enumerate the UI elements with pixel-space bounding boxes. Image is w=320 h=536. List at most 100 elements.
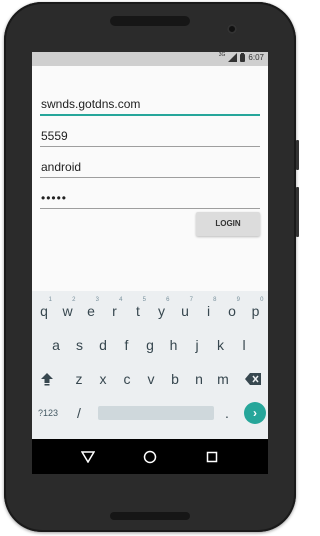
key-g[interactable]: g (139, 329, 161, 359)
username-field-container (40, 147, 260, 178)
key-hint: 8 (213, 297, 217, 303)
host-field[interactable] (41, 97, 251, 111)
password-field-container (40, 178, 260, 209)
home-circle-icon (143, 450, 157, 463)
key-label: t (136, 303, 140, 319)
volume-button (296, 187, 299, 237)
network-type-label: 3G (218, 52, 226, 58)
key-label: i (206, 303, 211, 319)
key-label: o (228, 303, 236, 319)
key-hint: 3 (95, 297, 99, 303)
login-form (32, 66, 268, 209)
signal-icon (228, 53, 238, 62)
key-hint: 1 (48, 297, 52, 303)
home-button[interactable] (130, 439, 170, 474)
host-field-container (40, 84, 260, 116)
key-label: m (217, 371, 229, 387)
key-k[interactable]: k (210, 329, 232, 359)
key-x[interactable]: x (92, 363, 114, 393)
key-label: h (169, 337, 178, 353)
key-i[interactable]: i8 (198, 295, 220, 325)
key-label: p (251, 303, 260, 319)
key-b[interactable]: b (164, 363, 186, 393)
battery-icon (240, 52, 246, 62)
key-label: s (76, 337, 83, 353)
key-q[interactable]: q1 (33, 295, 55, 325)
key-label: y (158, 303, 165, 319)
key-label: b (171, 371, 179, 387)
soft-keyboard: q1w2e3r4t5y6u7i8o9p0 asdfghjkl zxcvbnm ?… (32, 291, 268, 439)
earpiece-speaker (110, 16, 190, 26)
space-bar[interactable] (98, 406, 214, 420)
key-label: k (217, 337, 224, 353)
key-label: v (147, 371, 155, 387)
key-r[interactable]: r4 (104, 295, 126, 325)
key-s[interactable]: s (69, 329, 91, 359)
key-o[interactable]: o9 (221, 295, 243, 325)
symbols-key[interactable]: ?123 (34, 397, 62, 427)
key-label: e (87, 303, 95, 319)
shift-key[interactable] (36, 363, 58, 393)
back-triangle-icon (81, 450, 95, 463)
key-label: q (40, 303, 48, 319)
key-n[interactable]: n (188, 363, 210, 393)
username-field[interactable] (41, 160, 251, 174)
status-icons: 3G 6:07 (218, 52, 264, 62)
key-label: n (195, 371, 203, 387)
go-key[interactable]: › (244, 402, 266, 424)
power-button (296, 140, 299, 170)
login-button[interactable]: LOGIN (196, 212, 260, 236)
key-label: x (99, 371, 107, 387)
back-button[interactable] (68, 439, 108, 474)
key-v[interactable]: v (140, 363, 162, 393)
phone-frame: 3G 6:07 LOGIN q1w2e3r4t5y6u7i8o9p0 a (4, 2, 299, 532)
key-u[interactable]: u7 (174, 295, 196, 325)
key-label: c (123, 371, 131, 387)
key-hint: 5 (142, 297, 146, 303)
key-label: a (52, 337, 60, 353)
key-a[interactable]: a (45, 329, 67, 359)
key-label: u (181, 303, 189, 319)
keyboard-row-3: zxcvbnm (32, 363, 268, 393)
screen: 3G 6:07 LOGIN q1w2e3r4t5y6u7i8o9p0 a (32, 52, 268, 474)
key-f[interactable]: f (116, 329, 138, 359)
key-hint: 4 (119, 297, 123, 303)
key-y[interactable]: y6 (151, 295, 173, 325)
key-label: j (195, 337, 199, 353)
recents-square-icon (206, 451, 218, 462)
keyboard-row-1: q1w2e3r4t5y6u7i8o9p0 (32, 295, 268, 325)
key-label: g (146, 337, 154, 353)
shift-arrow-icon (41, 373, 53, 386)
key-p[interactable]: p0 (245, 295, 267, 325)
keyboard-row-4: ?123 / . › (32, 397, 268, 427)
bottom-speaker (110, 512, 190, 520)
port-field[interactable] (41, 129, 251, 143)
key-j[interactable]: j (186, 329, 208, 359)
backspace-key[interactable] (242, 363, 264, 393)
key-h[interactable]: h (163, 329, 185, 359)
key-hint: 2 (72, 297, 76, 303)
recents-button[interactable] (192, 439, 232, 474)
status-bar: 3G 6:07 (32, 52, 268, 66)
key-hint: 9 (236, 297, 240, 303)
key-label: r (112, 303, 117, 319)
key-label: w (62, 303, 73, 319)
key-c[interactable]: c (116, 363, 138, 393)
period-key[interactable]: . (216, 397, 238, 427)
key-m[interactable]: m (212, 363, 234, 393)
key-t[interactable]: t5 (127, 295, 149, 325)
key-hint: 7 (189, 297, 193, 303)
key-d[interactable]: d (92, 329, 114, 359)
chevron-right-icon: › (253, 406, 257, 420)
key-label: l (242, 337, 246, 353)
navigation-bar (32, 439, 268, 474)
key-z[interactable]: z (68, 363, 90, 393)
key-hint: 6 (166, 297, 170, 303)
slash-key[interactable]: / (68, 397, 90, 427)
key-w[interactable]: w2 (57, 295, 79, 325)
password-field[interactable] (41, 191, 251, 205)
key-label: d (99, 337, 107, 353)
key-label: f (124, 337, 129, 353)
key-l[interactable]: l (233, 329, 255, 359)
key-e[interactable]: e3 (80, 295, 102, 325)
